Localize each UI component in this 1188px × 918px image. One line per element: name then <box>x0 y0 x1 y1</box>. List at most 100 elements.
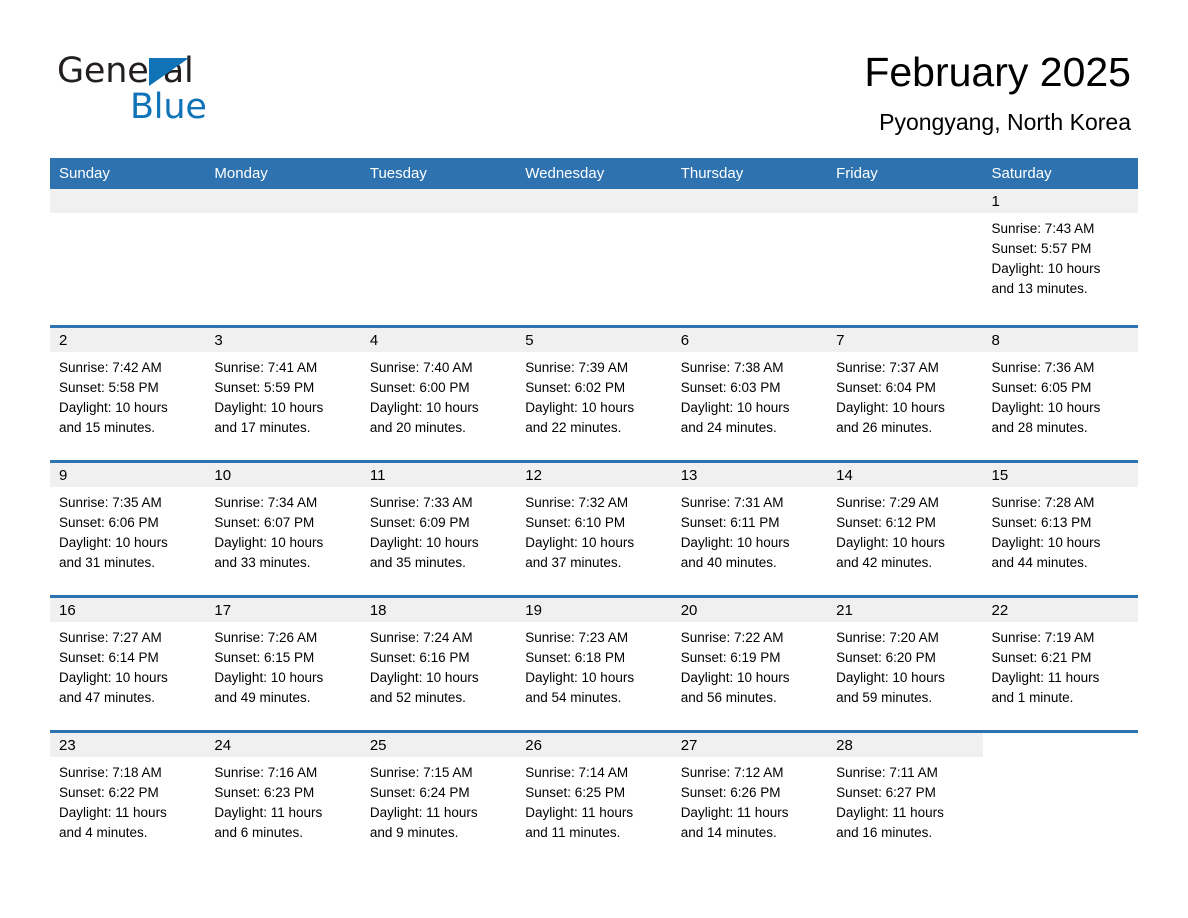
day-info: Sunrise: 7:11 AM Sunset: 6:27 PM Daylight:… <box>827 757 982 843</box>
sunset-text: Sunset: 6:11 PM <box>680 515 780 530</box>
sunrise-text: Sunrise: 7:18 AM <box>59 765 162 780</box>
daylight-text-line1: Daylight: 11 hours <box>836 805 944 820</box>
daylight-text-line2: and 24 minutes. <box>680 420 777 435</box>
calendar-day-cell[interactable]: 1 Sunrise: 7:43 AM Sunset: 5:57 PM Daylight… <box>982 189 1138 327</box>
calendar-day-cell[interactable]: 13 Sunrise: 7:31 AM Sunset: 6:11 PM Dayligh… <box>671 460 828 597</box>
day-number: 7 <box>827 328 983 352</box>
calendar-day-cell-empty <box>516 189 672 327</box>
day-number: 16 <box>50 598 206 622</box>
sunset-text: Sunset: 6:16 PM <box>369 650 470 665</box>
calendar-day-cell[interactable]: 4 Sunrise: 7:40 AM Sunset: 6:00 PM Daylight… <box>360 325 517 462</box>
day-info <box>361 213 516 219</box>
calendar-day-cell[interactable]: 16 Sunrise: 7:27 AM Sunset: 6:14 PM Dayligh… <box>50 595 206 732</box>
day-info: Sunrise: 7:29 AM Sunset: 6:12 PM Daylight:… <box>827 487 982 573</box>
daylight-text-line2: and 22 minutes. <box>525 420 622 435</box>
day-number: 25 <box>360 733 517 757</box>
calendar-day-cell[interactable]: 14 Sunrise: 7:29 AM Sunset: 6:12 PM Dayligh… <box>827 460 983 597</box>
daylight-text-line1: Daylight: 10 hours <box>369 535 479 550</box>
day-info <box>827 213 982 219</box>
calendar-day-cell[interactable]: 8 Sunrise: 7:36 AM Sunset: 6:05 PM Daylight… <box>982 325 1138 462</box>
daylight-text-line2: and 14 minutes. <box>680 825 777 840</box>
calendar-day-cell[interactable]: 28 Sunrise: 7:11 AM Sunset: 6:27 PM Dayligh… <box>827 730 983 865</box>
day-info: Sunrise: 7:36 AM Sunset: 6:05 PM Daylight:… <box>983 352 1138 438</box>
day-number <box>516 189 672 213</box>
calendar-day-cell[interactable]: 2 Sunrise: 7:42 AM Sunset: 5:58 PM Daylight… <box>50 325 206 462</box>
page-title: February 2025 <box>864 49 1131 95</box>
sunset-text: Sunset: 6:03 PM <box>680 380 781 395</box>
calendar-week-row: 16 Sunrise: 7:27 AM Sunset: 6:14 PM Dayligh… <box>50 595 1138 732</box>
daylight-text-line1: Daylight: 10 hours <box>369 670 479 685</box>
calendar-day-cell[interactable]: 5 Sunrise: 7:39 AM Sunset: 6:02 PM Daylight… <box>516 325 672 462</box>
calendar-day-cell[interactable]: 11 Sunrise: 7:33 AM Sunset: 6:09 PM Dayligh… <box>360 460 517 597</box>
calendar-day-cell[interactable]: 20 Sunrise: 7:22 AM Sunset: 6:19 PM Dayligh… <box>671 595 828 732</box>
day-info <box>50 213 205 219</box>
calendar-day-cell[interactable]: 19 Sunrise: 7:23 AM Sunset: 6:18 PM Dayligh… <box>516 595 672 732</box>
sunset-text: Sunset: 6:15 PM <box>214 650 315 665</box>
calendar-day-cell[interactable]: 3 Sunrise: 7:41 AM Sunset: 5:59 PM Daylight… <box>205 325 361 462</box>
calendar-day-cell[interactable]: 23 Sunrise: 7:18 AM Sunset: 6:22 PM Dayligh… <box>50 730 206 865</box>
calendar-day-cell[interactable]: 15 Sunrise: 7:28 AM Sunset: 6:13 PM Dayligh… <box>982 460 1138 597</box>
calendar-week-row: 2 Sunrise: 7:42 AM Sunset: 5:58 PM Daylight… <box>50 325 1138 462</box>
day-info: Sunrise: 7:43 AM Sunset: 5:57 PM Daylight:… <box>983 213 1138 299</box>
sunset-text: Sunset: 6:07 PM <box>214 515 315 530</box>
sunrise-text: Sunrise: 7:12 AM <box>680 765 784 780</box>
day-info: Sunrise: 7:19 AM Sunset: 6:21 PM Daylight:… <box>983 622 1138 708</box>
day-info: Sunrise: 7:40 AM Sunset: 6:00 PM Daylight:… <box>361 352 516 438</box>
day-info <box>983 757 1138 763</box>
day-info: Sunrise: 7:34 AM Sunset: 6:07 PM Daylight:… <box>205 487 360 573</box>
daylight-text-line1: Daylight: 11 hours <box>680 805 789 820</box>
sunset-text: Sunset: 5:57 PM <box>991 241 1092 256</box>
day-number: 6 <box>671 328 828 352</box>
sunset-text: Sunset: 6:04 PM <box>836 380 936 395</box>
calendar-day-cell[interactable]: 18 Sunrise: 7:24 AM Sunset: 6:16 PM Dayligh… <box>360 595 517 732</box>
calendar-day-cell[interactable]: 21 Sunrise: 7:20 AM Sunset: 6:20 PM Dayligh… <box>827 595 983 732</box>
day-info: Sunrise: 7:31 AM Sunset: 6:11 PM Daylight:… <box>672 487 827 573</box>
calendar-table: Sunday Monday Tuesday Wednesday Thursday… <box>50 158 1138 865</box>
calendar-day-cell[interactable]: 24 Sunrise: 7:16 AM Sunset: 6:23 PM Dayligh… <box>205 730 361 865</box>
calendar-day-cell[interactable]: 26 Sunrise: 7:14 AM Sunset: 6:25 PM Dayligh… <box>516 730 672 865</box>
calendar-day-cell[interactable]: 6 Sunrise: 7:38 AM Sunset: 6:03 PM Daylight… <box>671 325 828 462</box>
sunrise-text: Sunrise: 7:40 AM <box>369 360 473 375</box>
calendar-day-cell[interactable]: 27 Sunrise: 7:12 AM Sunset: 6:26 PM Dayligh… <box>671 730 828 865</box>
calendar-day-cell[interactable]: 9 Sunrise: 7:35 AM Sunset: 6:06 PM Daylight… <box>50 460 206 597</box>
sunrise-text: Sunrise: 7:23 AM <box>525 630 629 645</box>
daylight-text-line2: and 44 minutes. <box>991 555 1088 570</box>
calendar-day-cell-empty <box>205 189 361 327</box>
daylight-text-line1: Daylight: 11 hours <box>59 805 167 820</box>
daylight-text-line1: Daylight: 10 hours <box>59 670 168 685</box>
calendar-page: General Blue February 2025 Pyongyang, No… <box>0 0 1188 918</box>
day-info: Sunrise: 7:39 AM Sunset: 6:02 PM Daylight:… <box>516 352 671 438</box>
day-number: 20 <box>671 598 828 622</box>
calendar-day-cell[interactable]: 22 Sunrise: 7:19 AM Sunset: 6:21 PM Dayligh… <box>982 595 1138 732</box>
sunrise-text: Sunrise: 7:36 AM <box>991 360 1095 375</box>
daylight-text-line1: Daylight: 10 hours <box>214 400 324 415</box>
day-info: Sunrise: 7:35 AM Sunset: 6:06 PM Daylight:… <box>50 487 205 573</box>
sunrise-text: Sunrise: 7:24 AM <box>369 630 473 645</box>
weekday-header-friday: Friday <box>827 158 983 189</box>
calendar-day-cell[interactable]: 17 Sunrise: 7:26 AM Sunset: 6:15 PM Dayligh… <box>205 595 361 732</box>
sunrise-text: Sunrise: 7:43 AM <box>991 221 1095 236</box>
daylight-text-line1: Daylight: 10 hours <box>59 535 168 550</box>
calendar-day-cell[interactable]: 12 Sunrise: 7:32 AM Sunset: 6:10 PM Dayligh… <box>516 460 672 597</box>
daylight-text-line2: and 47 minutes. <box>59 690 156 705</box>
sunset-text: Sunset: 6:02 PM <box>525 380 626 395</box>
calendar-day-cell[interactable]: 7 Sunrise: 7:37 AM Sunset: 6:04 PM Daylight… <box>827 325 983 462</box>
sunset-text: Sunset: 6:24 PM <box>369 785 470 800</box>
logo-text-blue: Blue <box>130 87 207 127</box>
day-info: Sunrise: 7:12 AM Sunset: 6:26 PM Daylight:… <box>672 757 827 843</box>
day-number <box>360 189 517 213</box>
weekday-header-tuesday: Tuesday <box>360 158 517 189</box>
sunset-text: Sunset: 6:18 PM <box>525 650 626 665</box>
day-info: Sunrise: 7:33 AM Sunset: 6:09 PM Daylight:… <box>361 487 516 573</box>
calendar-day-cell[interactable]: 25 Sunrise: 7:15 AM Sunset: 6:24 PM Dayligh… <box>360 730 517 865</box>
day-info: Sunrise: 7:32 AM Sunset: 6:10 PM Daylight:… <box>516 487 671 573</box>
day-number <box>50 189 206 213</box>
day-number: 15 <box>982 463 1138 487</box>
sunset-text: Sunset: 6:09 PM <box>369 515 470 530</box>
daylight-text-line1: Daylight: 11 hours <box>991 670 1100 685</box>
title-block: February 2025 Pyongyang, North Korea <box>864 48 1131 136</box>
daylight-text-line1: Daylight: 10 hours <box>680 670 790 685</box>
sunrise-text: Sunrise: 7:19 AM <box>991 630 1095 645</box>
sunset-text: Sunset: 6:05 PM <box>991 380 1092 395</box>
calendar-day-cell[interactable]: 10 Sunrise: 7:34 AM Sunset: 6:07 PM Dayligh… <box>205 460 361 597</box>
